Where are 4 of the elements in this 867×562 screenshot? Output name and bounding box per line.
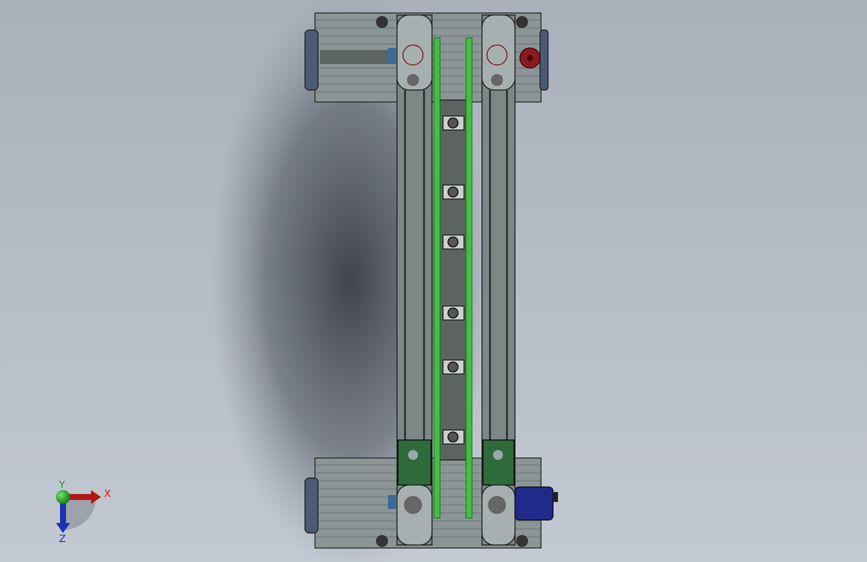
z-axis-label: Z — [59, 534, 66, 545]
x-axis-label: X — [104, 489, 111, 500]
y-axis-label: Y — [59, 480, 66, 491]
axis-triad-drawing — [56, 490, 101, 533]
